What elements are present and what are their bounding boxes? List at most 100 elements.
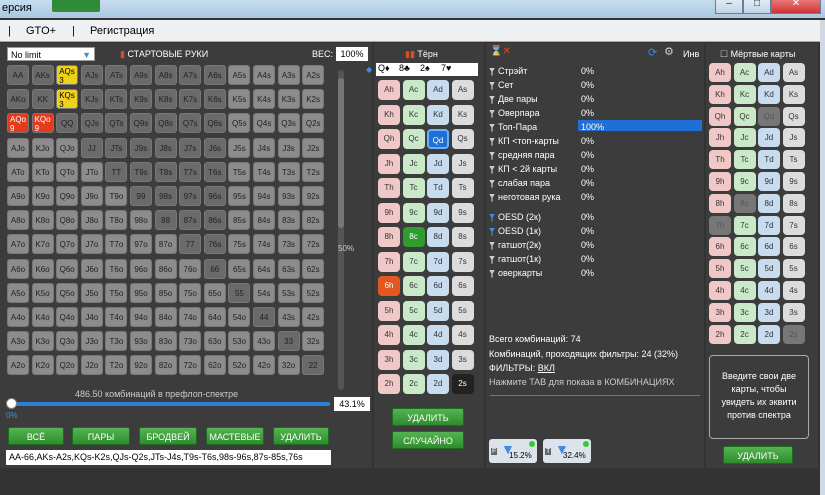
board-card-option[interactable]: 8s xyxy=(451,227,474,247)
hand-cell[interactable]: A3s xyxy=(277,65,300,85)
hand-cell[interactable]: J4s xyxy=(253,137,275,158)
board-card-option[interactable]: Jd xyxy=(427,153,449,174)
board-card-option[interactable]: Qc xyxy=(402,129,425,149)
board-card-option[interactable]: 9h xyxy=(378,202,400,223)
range-percent-input[interactable]: 43.1% xyxy=(334,397,370,411)
board-card-option[interactable]: 3d xyxy=(427,349,449,370)
board-card-4[interactable]: 7♥ xyxy=(441,63,451,73)
hand-cell[interactable]: 52o xyxy=(228,355,251,376)
dead-card-option[interactable]: 5c xyxy=(733,259,756,279)
hand-cell[interactable]: 63o xyxy=(203,331,226,352)
board-card-option[interactable]: 8c xyxy=(402,227,425,247)
refresh-icon[interactable]: ⟳ xyxy=(648,46,657,59)
dead-card-option[interactable]: 4h xyxy=(709,281,731,300)
hand-cell[interactable]: J3o xyxy=(80,331,103,352)
hand-cell[interactable]: 65o xyxy=(203,282,226,303)
hourglass-icon[interactable]: ⌛✕ xyxy=(490,46,511,57)
hand-cell[interactable]: A4o xyxy=(7,307,29,327)
hand-cell[interactable]: Q6o xyxy=(56,258,79,279)
hand-cell[interactable]: Q4s xyxy=(253,113,275,134)
dead-card-option[interactable]: 2h xyxy=(709,324,731,344)
hand-cell[interactable]: 72s xyxy=(302,234,325,255)
hand-cell[interactable]: QJs xyxy=(80,113,103,134)
hand-cell[interactable]: T8s xyxy=(154,161,177,182)
hand-cell[interactable]: AJo xyxy=(7,137,29,158)
hand-cell[interactable]: A7s xyxy=(179,65,202,85)
hand-cell[interactable]: 66 xyxy=(203,258,226,279)
dead-card-option[interactable]: Qs xyxy=(782,106,805,126)
board-card-1[interactable]: Q♦ xyxy=(378,63,390,73)
board-card-option[interactable]: Ac xyxy=(402,80,425,100)
stat-label[interactable]: оверкарты xyxy=(489,268,542,278)
hand-cell[interactable]: 87s xyxy=(179,210,202,231)
hand-cell[interactable]: AKs xyxy=(31,65,54,85)
hand-cell[interactable]: 85s xyxy=(228,210,251,231)
board-card-option[interactable]: 7s xyxy=(451,251,474,272)
stat-label[interactable]: Топ-Пара xyxy=(489,122,537,132)
board-card-option[interactable]: Th xyxy=(378,178,400,198)
hand-cell[interactable]: 76s xyxy=(203,234,226,255)
dead-card-option[interactable]: Kc xyxy=(733,84,756,104)
hand-cell[interactable]: 64o xyxy=(203,307,226,327)
dead-card-option[interactable]: 9h xyxy=(709,172,731,191)
board-card-option[interactable]: Td xyxy=(427,178,449,198)
hand-cell[interactable]: 54s xyxy=(253,282,275,303)
dead-card-option[interactable]: 8h xyxy=(709,193,731,213)
board-card-option[interactable]: As xyxy=(451,80,474,100)
hand-cell[interactable]: A6o xyxy=(7,258,29,279)
dead-card-option[interactable]: 4c xyxy=(733,281,756,300)
hand-cell[interactable]: 75s xyxy=(228,234,251,255)
hand-cell[interactable]: A9o xyxy=(7,186,29,206)
hand-cell[interactable]: K2s xyxy=(302,89,325,110)
dead-card-option[interactable]: Ts xyxy=(782,150,805,170)
hand-cell[interactable]: Q5o xyxy=(56,282,79,303)
board-card-option[interactable]: Qh xyxy=(378,129,400,149)
hand-cell[interactable]: 94o xyxy=(130,307,152,327)
board-card-option[interactable]: 2s xyxy=(451,374,474,394)
board-card-option[interactable]: Tc xyxy=(402,178,425,198)
dead-card-option[interactable]: 3h xyxy=(709,302,731,322)
hand-cell[interactable]: T2s xyxy=(302,161,325,182)
hand-cell[interactable]: Q9s xyxy=(130,113,152,134)
hand-cell[interactable]: ATs xyxy=(105,65,128,85)
hand-cell[interactable]: 72o xyxy=(179,355,202,376)
hand-cell[interactable]: 33 xyxy=(277,331,300,352)
hand-cell[interactable]: J9o xyxy=(80,186,103,206)
board-card-3[interactable]: 2♠ xyxy=(420,63,430,73)
checkbox-icon[interactable]: ☐ xyxy=(720,49,728,59)
stat-label[interactable]: Две пары xyxy=(489,94,538,104)
dead-card-option[interactable]: 9d xyxy=(758,172,780,191)
hand-cell[interactable]: 62s xyxy=(302,258,325,279)
board-card-option[interactable]: 6d xyxy=(427,276,449,296)
hand-cell[interactable]: Q5s xyxy=(228,113,251,134)
hand-cell[interactable]: J6o xyxy=(80,258,103,279)
hand-cell[interactable]: K7o xyxy=(31,234,54,255)
dead-card-option[interactable]: Ah xyxy=(709,63,731,82)
hand-cell[interactable]: T3o xyxy=(105,331,128,352)
hand-cell[interactable]: 94s xyxy=(253,186,275,206)
hand-cell[interactable]: 42s xyxy=(302,307,325,327)
hand-cell[interactable]: Q4o xyxy=(56,307,79,327)
hand-cell[interactable]: K6o xyxy=(31,258,54,279)
hand-cell[interactable]: A9s xyxy=(130,65,152,85)
weight-input[interactable]: 100% xyxy=(336,47,368,61)
hand-cell[interactable]: T7s xyxy=(179,161,202,182)
hand-cell[interactable]: K8s xyxy=(154,89,177,110)
dead-card-option[interactable]: 8d xyxy=(758,193,780,213)
hand-cell[interactable]: J5s xyxy=(228,137,251,158)
board-card-2[interactable]: 8♣ xyxy=(399,63,410,73)
hand-cell[interactable]: 54o xyxy=(228,307,251,327)
dead-card-option[interactable]: 7s xyxy=(782,215,805,235)
hand-cell[interactable]: 88 xyxy=(154,210,177,231)
board-card-option[interactable]: 9s xyxy=(451,202,474,223)
hand-cell[interactable]: Q6s xyxy=(203,113,226,134)
hand-cell[interactable]: J8o xyxy=(80,210,103,231)
weight-slider-thumb[interactable] xyxy=(338,78,344,228)
hand-cell[interactable]: 97s xyxy=(179,186,202,206)
dead-card-option[interactable]: Ac xyxy=(733,63,756,82)
board-card-option[interactable]: Kh xyxy=(378,104,400,125)
board-card-option[interactable]: Ts xyxy=(451,178,474,198)
hand-cell[interactable]: T9o xyxy=(105,186,128,206)
weight-slider-track[interactable] xyxy=(338,70,344,390)
hand-cell[interactable]: 83o xyxy=(154,331,177,352)
